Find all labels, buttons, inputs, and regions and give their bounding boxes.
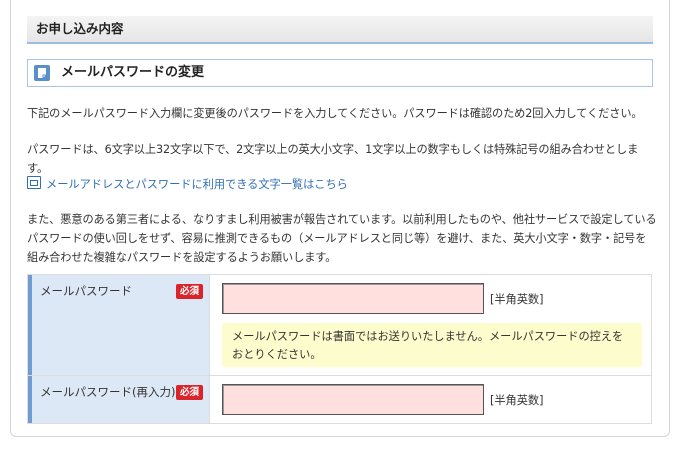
required-badge: 必須	[176, 385, 204, 400]
password-input[interactable]	[222, 283, 484, 314]
password-confirm-row: メールパスワード(再入力) 必須 [半角英数]	[28, 376, 651, 423]
charset-link-text[interactable]: メールアドレスとパスワードに利用できる文字一覧はこちら	[46, 178, 348, 191]
password-label-cell: メールパスワード 必須	[28, 275, 210, 375]
window-icon	[27, 176, 41, 189]
password-row: メールパスワード 必須 [半角英数] メールパスワードは書面ではお送りいたしませ…	[28, 275, 651, 376]
document-icon	[34, 65, 50, 81]
instruction-text: 下記のメールパスワード入力欄に変更後のパスワードを入力してください。パスワードは…	[27, 107, 643, 120]
password-confirm-input[interactable]	[222, 384, 484, 415]
password-rules-text: パスワードは、6文字以上32文字以下で、2文字以上の英大小文字、1文字以上の数字…	[27, 143, 639, 175]
security-warning-text: また、悪意のある第三者による、なりすまし利用被害が報告されています。以前利用した…	[27, 213, 657, 264]
subsection-header: メールパスワードの変更	[27, 59, 653, 87]
password-label: メールパスワード	[40, 284, 132, 298]
required-badge: 必須	[176, 284, 204, 299]
section-header: お申し込み内容	[27, 16, 653, 44]
password-hint: [半角英数]	[490, 293, 544, 306]
section-title: お申し込み内容	[36, 21, 124, 36]
password-confirm-label: メールパスワード(再入力)	[40, 385, 176, 399]
password-form: メールパスワード 必須 [半角英数] メールパスワードは書面ではお送りいたしませ…	[27, 274, 652, 424]
password-confirm-label-cell: メールパスワード(再入力) 必須	[28, 376, 210, 423]
password-confirm-hint: [半角英数]	[490, 394, 544, 407]
password-note: メールパスワードは書面ではお送りいたしません。メールパスワードの控えをおとりくだ…	[222, 323, 642, 367]
charset-link[interactable]: メールアドレスとパスワードに利用できる文字一覧はこちら	[27, 176, 348, 193]
subsection-title: メールパスワードの変更	[61, 65, 205, 80]
